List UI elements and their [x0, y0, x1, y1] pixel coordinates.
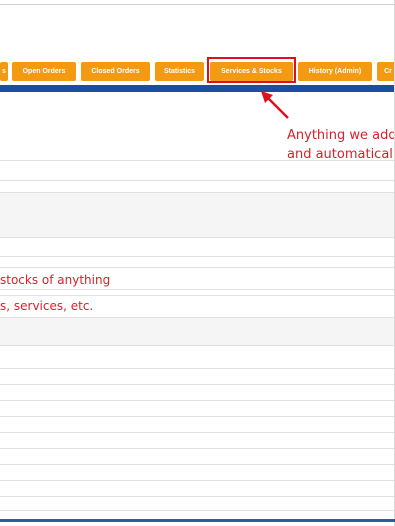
- window-top-border: [0, 4, 395, 5]
- table-row-divider: [0, 384, 395, 385]
- table-row-divider: [0, 432, 395, 433]
- table-row-divider: [0, 368, 395, 369]
- table-row-divider: [0, 480, 395, 481]
- divider: [0, 345, 395, 346]
- content-band: [0, 318, 395, 345]
- divider: [0, 289, 395, 290]
- table-row-divider: [0, 464, 395, 465]
- divider: [0, 267, 395, 268]
- table-row-divider: [0, 416, 395, 417]
- window-bottom-border: [0, 519, 395, 522]
- divider: [0, 256, 395, 257]
- tab-open-orders[interactable]: Open Orders: [12, 62, 76, 81]
- divider: [0, 317, 395, 318]
- tab-history-admin[interactable]: History (Admin): [298, 62, 372, 81]
- content-band: [0, 193, 395, 237]
- body-text-line-1: stocks of anything: [0, 273, 111, 287]
- tab-partial-left[interactable]: s: [0, 62, 8, 81]
- table-row-divider: [0, 510, 395, 511]
- divider: [0, 180, 395, 181]
- divider: [0, 192, 395, 193]
- tab-closed-orders[interactable]: Closed Orders: [81, 62, 150, 81]
- nav-underline-bar: [0, 85, 395, 92]
- annotation-line-1: Anything we add: [287, 128, 395, 143]
- divider: [0, 295, 395, 296]
- divider: [0, 160, 395, 161]
- main-tab-bar: s Open Orders Closed Orders Statistics S…: [0, 62, 395, 82]
- table-row-divider: [0, 496, 395, 497]
- body-text-line-2: s, services, etc.: [0, 299, 94, 313]
- table-row-divider: [0, 448, 395, 449]
- tab-partial-right[interactable]: Cr: [377, 62, 395, 81]
- annotation-arrow-icon: [261, 91, 289, 119]
- divider: [0, 237, 395, 238]
- tab-highlight-box: [207, 57, 296, 83]
- tab-statistics[interactable]: Statistics: [155, 62, 204, 81]
- table-row-divider: [0, 400, 395, 401]
